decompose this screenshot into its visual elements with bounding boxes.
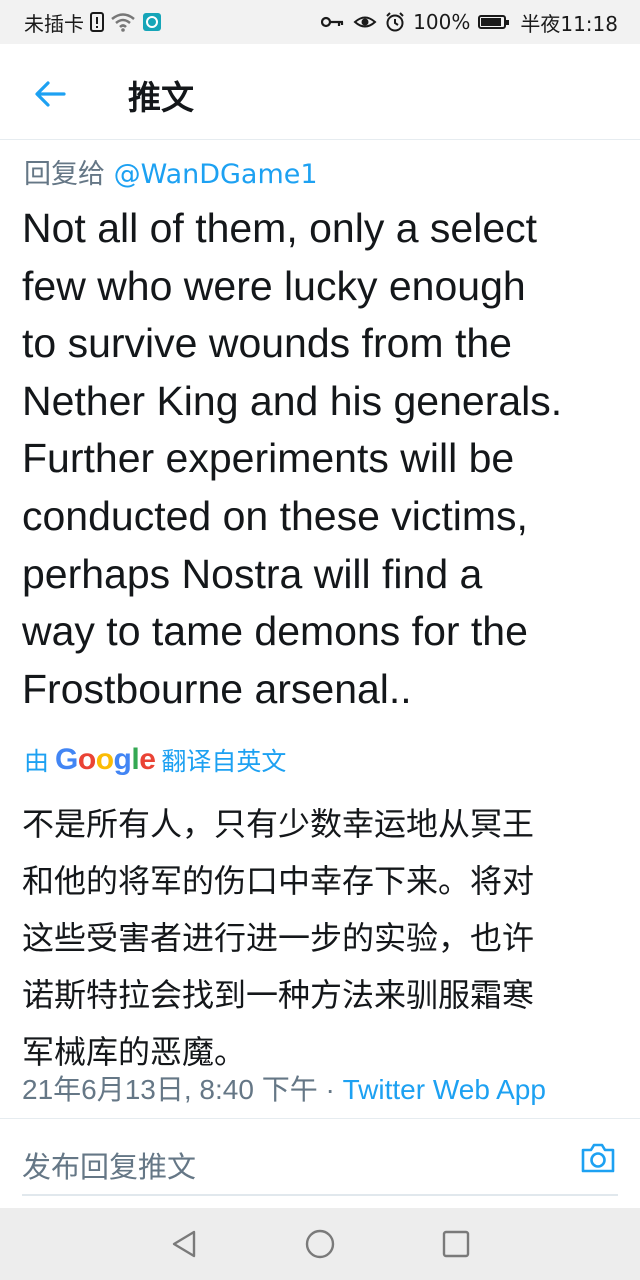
nav-back-button[interactable] — [168, 1228, 200, 1260]
sim-alert-icon — [90, 12, 104, 32]
tweet-meta: 21年6月13日, 8:40 下午 · Twitter Web App — [22, 1068, 546, 1108]
translated-line: 不是所有人，只有少数幸运地从冥王 — [22, 805, 535, 843]
translation-attribution[interactable]: 由 Google 翻译自英文 — [24, 740, 286, 780]
divider — [0, 1118, 640, 1119]
circle-home-icon — [305, 1229, 335, 1259]
tweet-line: Not all of them, only a select — [22, 205, 538, 251]
reply-prefix: 回复给 — [24, 159, 105, 190]
wifi-icon — [110, 12, 136, 32]
camera-button[interactable] — [578, 1138, 618, 1178]
translate-prefix: 由 — [24, 747, 50, 776]
top-app-bar: 推文 — [0, 44, 640, 140]
reply-context: 回复给 @WanDGame1 — [24, 152, 318, 191]
reply-input-placeholder[interactable]: 发布回复推文 — [22, 1144, 196, 1186]
tweet-line: perhaps Nostra will find a — [22, 550, 483, 597]
translated-line: 诺斯特拉会找到一种方法来驯服霜寒 — [22, 976, 535, 1014]
clock: 半夜11:18 — [520, 11, 618, 36]
reply-composer[interactable]: 发布回复推文 — [22, 1132, 618, 1196]
nav-home-button[interactable] — [304, 1228, 336, 1260]
translated-line: 和他的将军的伤口中幸存下来。将对 — [22, 862, 535, 900]
square-recent-icon — [442, 1230, 470, 1258]
system-nav-bar — [0, 1208, 640, 1280]
reply-handle-link[interactable]: @WanDGame1 — [114, 159, 318, 190]
battery-icon — [478, 15, 510, 29]
app-notification-icon — [142, 12, 162, 32]
tweet-line: Nether King and his generals. — [22, 377, 563, 424]
tweet-line: Frostbourne arsenal.. — [22, 665, 412, 712]
status-bar: 未插卡 100% 半夜11:18 — [0, 0, 640, 44]
tweet-line: to survive wounds from the — [22, 320, 512, 367]
timestamp: 21年6月13日, 8:40 下午 · — [22, 1074, 343, 1105]
translate-suffix: 翻译自英文 — [161, 747, 287, 776]
translated-text: 不是所有人，只有少数幸运地从冥王 和他的将军的伤口中幸存下来。将对 这些受害者进… — [22, 796, 622, 1081]
tweet-line: way to tame demons for the — [22, 608, 528, 655]
tweet-text: Not all of them, only a select few who w… — [22, 200, 622, 718]
eye-icon — [353, 13, 377, 31]
page-title: 推文 — [128, 78, 194, 117]
nav-recent-button[interactable] — [440, 1228, 472, 1260]
tweet-line: Further experiments will be — [22, 435, 515, 482]
battery-percent: 100% — [413, 10, 471, 34]
alarm-icon — [385, 12, 405, 32]
carrier-label: 未插卡 — [24, 11, 84, 36]
back-button[interactable] — [30, 74, 70, 114]
source-app-link[interactable]: Twitter Web App — [343, 1074, 546, 1105]
arrow-left-icon — [35, 81, 66, 107]
tweet-line: conducted on these victims, — [22, 492, 528, 539]
google-logo: Google — [55, 743, 156, 776]
triangle-back-icon — [172, 1230, 196, 1258]
key-icon — [321, 15, 345, 29]
camera-icon — [581, 1143, 615, 1173]
translated-line: 这些受害者进行进一步的实验，也许 — [22, 919, 535, 957]
tweet-line: few who were lucky enough — [22, 262, 526, 309]
